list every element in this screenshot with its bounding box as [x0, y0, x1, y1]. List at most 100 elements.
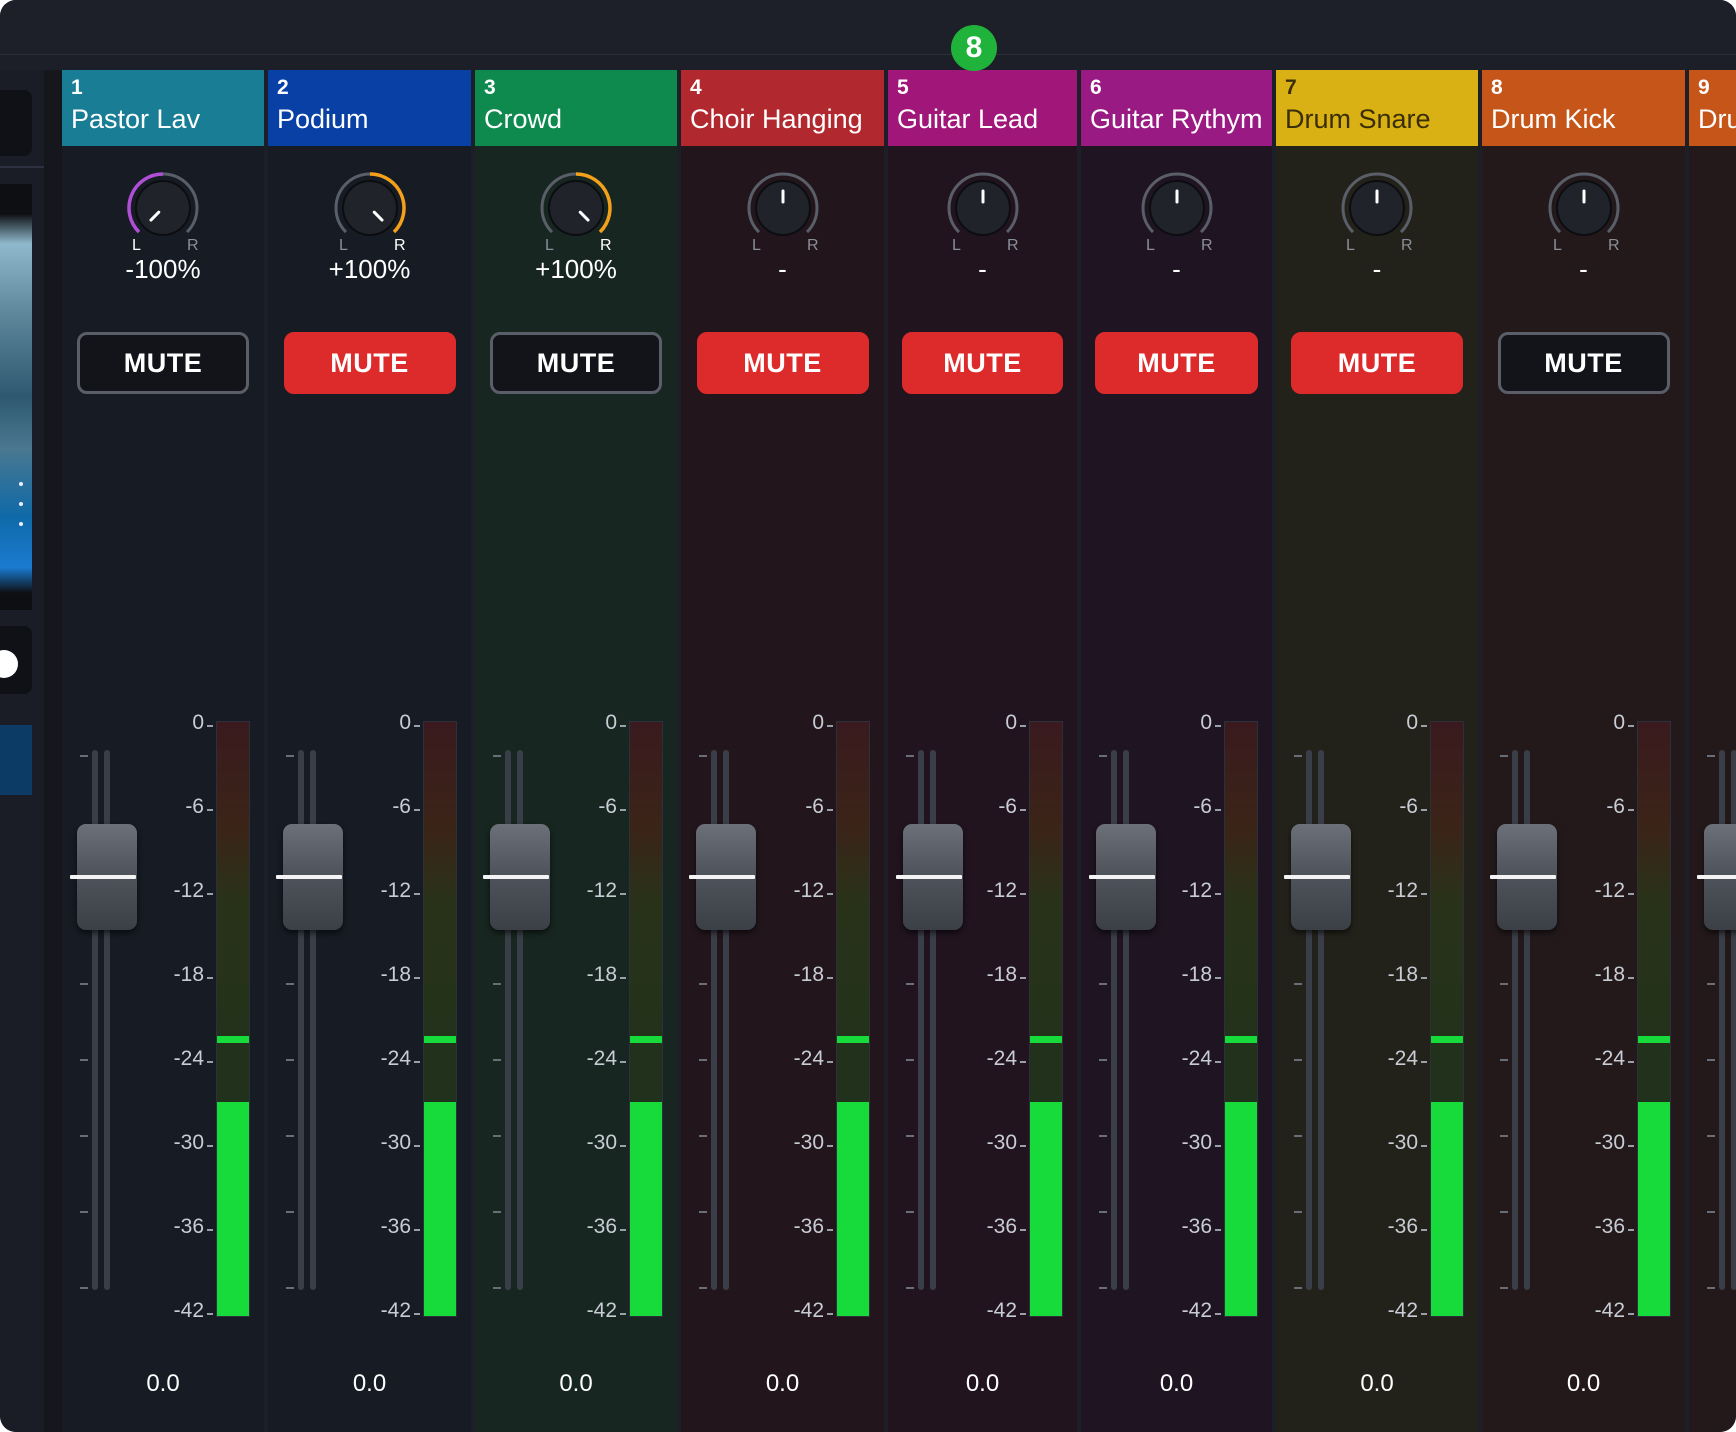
pan-knob[interactable]: LR — [315, 166, 425, 256]
meter-scale-label: -12 — [1181, 879, 1212, 902]
pan-knob[interactable]: LR — [108, 166, 218, 256]
meter-scale-tick — [1421, 1229, 1427, 1231]
pan-control[interactable]: LR- — [1322, 166, 1432, 286]
gain-value: 0.0 — [1566, 1370, 1601, 1397]
channel-header[interactable]: 3 Crowd — [475, 70, 677, 146]
channel-header[interactable]: 8 Drum Kick — [1482, 70, 1685, 146]
pan-control[interactable]: LR- — [1122, 166, 1232, 286]
channel-header[interactable]: 4 Choir Hanging — [681, 70, 884, 146]
pan-right-label: R — [600, 237, 612, 254]
meter-scale-label: -18 — [1181, 963, 1212, 986]
pan-knob[interactable]: LR — [521, 166, 631, 256]
pan-left-label: L — [1553, 237, 1562, 254]
left-panel-button[interactable] — [0, 90, 32, 156]
pan-knob[interactable]: LR — [1122, 166, 1232, 256]
channel-name: Podium — [277, 104, 369, 134]
fader-tick — [699, 1211, 707, 1213]
channel-number: 6 — [1090, 76, 1102, 99]
fader-tick — [1099, 1135, 1107, 1137]
mute-button[interactable]: MUTE — [283, 332, 456, 394]
channel-header[interactable]: 2 Podium — [268, 70, 471, 146]
channel-header[interactable]: 9 Dru — [1689, 70, 1736, 146]
meter-level-fill — [630, 1102, 662, 1316]
channel-header[interactable]: 1 Pastor Lav — [62, 70, 264, 146]
meter-scale-tick — [827, 1229, 833, 1231]
meter-scale-label: -6 — [392, 795, 411, 818]
meter-scale-label: -24 — [1387, 1047, 1418, 1070]
mute-button[interactable]: MUTE — [696, 332, 869, 394]
mute-button[interactable]: MUTE — [1291, 332, 1463, 394]
meter-scale-tick — [1020, 1145, 1026, 1147]
channel-name: Choir Hanging — [690, 104, 863, 134]
meter-peak-indicator — [1431, 1035, 1463, 1043]
fader-tick — [493, 1135, 501, 1137]
mute-button[interactable]: MUTE — [1095, 332, 1258, 394]
meter-scale-label: 0 — [605, 711, 617, 734]
channel-header[interactable]: 5 Guitar Lead — [888, 70, 1077, 146]
pan-knob[interactable]: LR — [1529, 166, 1639, 256]
pan-knob[interactable]: LR — [928, 166, 1038, 256]
meter-peak-indicator — [424, 1035, 456, 1043]
fader-tick — [1294, 1287, 1302, 1289]
left-panel-active-item[interactable] — [0, 725, 32, 795]
channel-header[interactable]: 7 Drum Snare — [1276, 70, 1478, 146]
fader-tick — [286, 983, 294, 985]
mute-button[interactable]: MUTE — [902, 332, 1063, 394]
meter-scale-label: -24 — [173, 1047, 204, 1070]
mute-button[interactable]: MUTE — [77, 332, 249, 394]
fader-tick — [80, 1059, 88, 1061]
pan-left-label: L — [952, 237, 961, 254]
pan-knob[interactable]: LR — [728, 166, 838, 256]
mute-button[interactable]: MUTE — [490, 332, 662, 394]
fader-tick — [286, 755, 294, 757]
video-preview-thumbnail[interactable] — [0, 184, 32, 610]
channel-number: 8 — [1491, 76, 1503, 99]
fader-tick — [1500, 1135, 1508, 1137]
meter-scale-label: -36 — [1181, 1215, 1212, 1238]
meter-scale-tick — [1020, 893, 1026, 895]
meter-scale-tick — [620, 1229, 626, 1231]
gain-value: 0.0 — [1159, 1370, 1194, 1397]
fader-tick — [1099, 1059, 1107, 1061]
meter-scale-tick — [414, 1313, 420, 1315]
level-meter — [216, 721, 250, 1317]
pan-control[interactable]: LR- — [928, 166, 1038, 286]
meter-scale-label: -24 — [986, 1047, 1017, 1070]
meter-scale-tick — [207, 1229, 213, 1231]
pan-control[interactable]: L R +100% — [521, 166, 631, 286]
gain-value: 0.0 — [146, 1370, 180, 1397]
fader-tick — [286, 1059, 294, 1061]
meter-scale-tick — [414, 725, 420, 727]
pan-knob-cap — [1349, 180, 1405, 236]
pan-value: +100% — [328, 254, 411, 284]
pan-right-label: R — [394, 237, 406, 254]
meter-scale-label: -6 — [1606, 795, 1625, 818]
meter-scale-label: -42 — [1387, 1299, 1418, 1322]
mixer-window: 8 1 Pastor Lav L R -100% MUTE 0 -6 -12 -18 -24 -30-… — [0, 0, 1736, 1432]
mute-button[interactable]: MUTE — [1497, 332, 1670, 394]
pan-value: - — [1172, 254, 1181, 284]
pan-control[interactable]: L R +100% — [315, 166, 425, 286]
pan-right-label: R — [1201, 237, 1213, 254]
meter-scale-tick — [1020, 1313, 1026, 1315]
level-meter — [1029, 721, 1063, 1317]
meter-scale-tick — [1020, 725, 1026, 727]
pan-knob[interactable]: LR — [1322, 166, 1432, 256]
fader-tick — [1707, 983, 1715, 985]
channel-header[interactable]: 6 Guitar Rythym — [1081, 70, 1272, 146]
meter-scale-tick — [1628, 1313, 1634, 1315]
pan-left-label: L — [545, 237, 554, 254]
level-meter — [1430, 721, 1464, 1317]
meter-scale-label: -6 — [998, 795, 1017, 818]
meter-scale-label: -18 — [793, 963, 824, 986]
fader-position-line — [276, 875, 342, 879]
pan-control[interactable]: LR- — [1529, 166, 1639, 286]
pan-control[interactable]: L R -100% — [108, 166, 218, 286]
fader-position-line — [1284, 875, 1350, 879]
pan-control[interactable]: LR- — [728, 166, 838, 286]
meter-scale-tick — [1628, 977, 1634, 979]
meter-level-fill — [837, 1102, 869, 1316]
meter-level-fill — [217, 1102, 249, 1316]
meter-level-fill — [1431, 1102, 1463, 1316]
step-marker-badge: 8 — [951, 25, 997, 71]
